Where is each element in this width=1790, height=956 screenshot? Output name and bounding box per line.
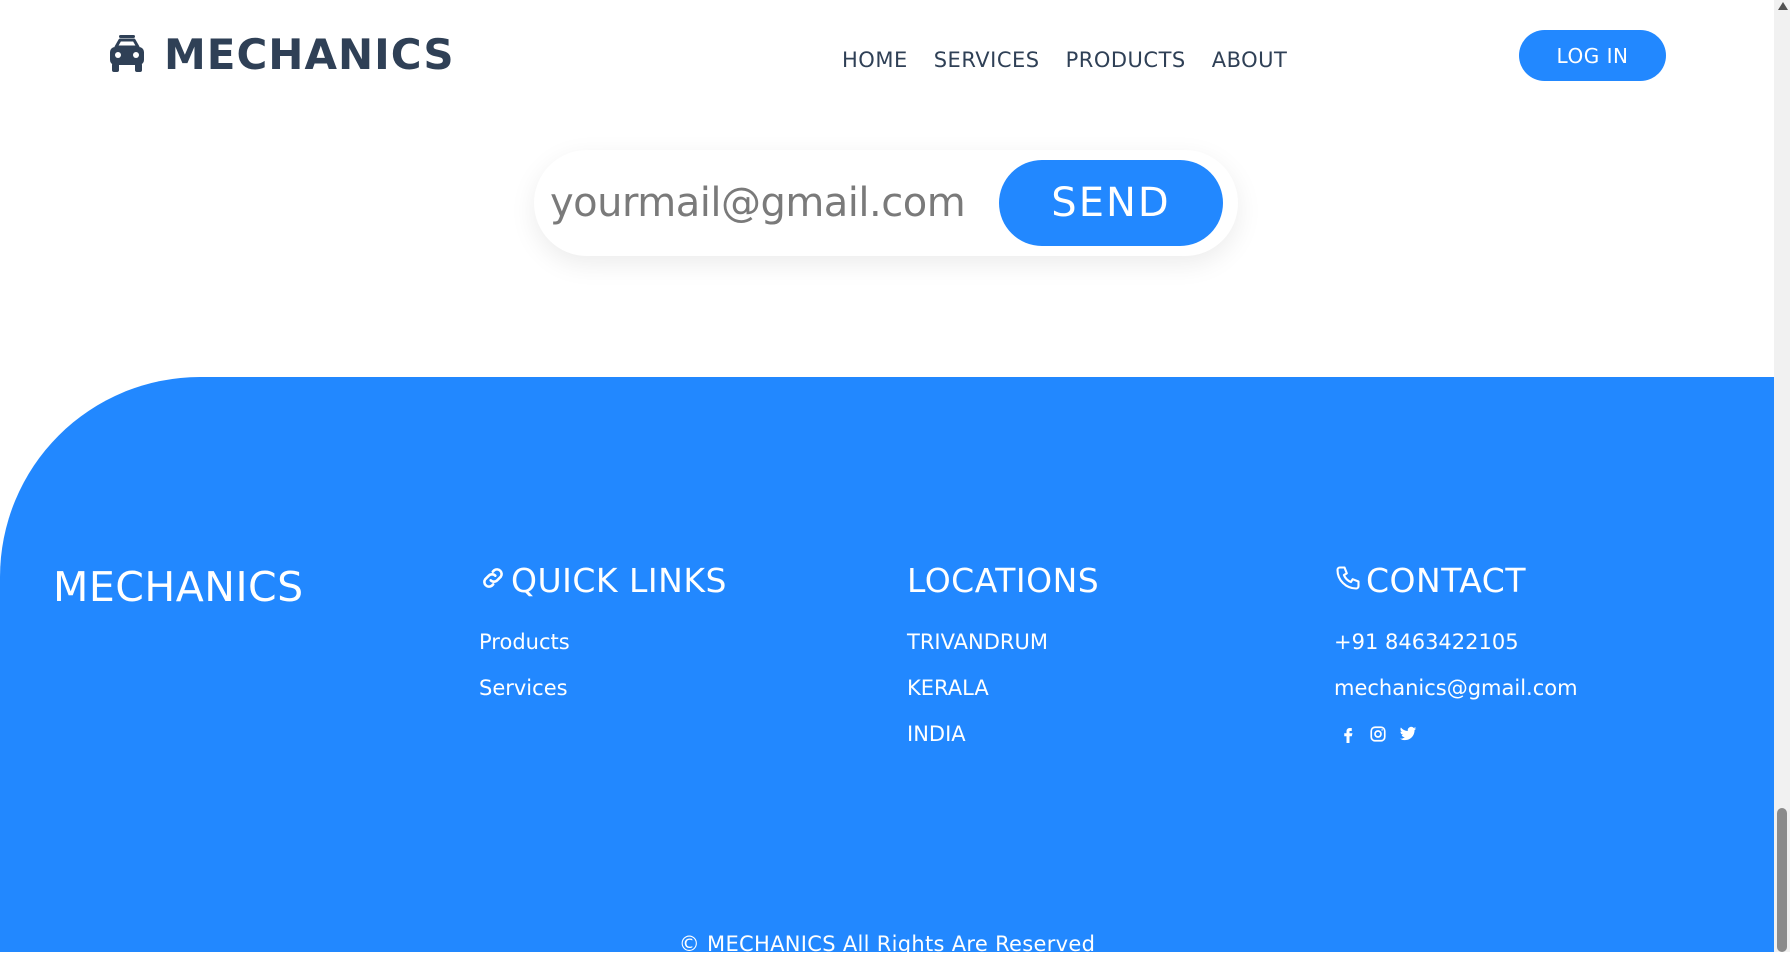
contact-heading: CONTACT xyxy=(1334,561,1578,600)
location-item: INDIA xyxy=(907,722,966,746)
login-button[interactable]: LOG IN xyxy=(1519,30,1666,81)
brand[interactable]: MECHANICS xyxy=(108,30,455,79)
footer-brand: MECHANICS xyxy=(53,563,304,611)
send-button[interactable]: SEND xyxy=(999,160,1223,246)
social-links xyxy=(1334,724,1578,744)
quick-links-heading: QUICK LINKS xyxy=(479,561,727,600)
contact-column: CONTACT +91 8463422105 mechanics@gmail.c… xyxy=(1334,561,1578,744)
phone-icon xyxy=(1334,561,1362,600)
contact-email[interactable]: mechanics@gmail.com xyxy=(1334,676,1578,722)
scrollbar[interactable] xyxy=(1774,0,1790,952)
site-footer: MECHANICS QUICK LINKS Products Services … xyxy=(0,377,1774,956)
scroll-up-arrow-icon[interactable] xyxy=(1778,2,1788,10)
nav-about[interactable]: ABOUT xyxy=(1212,48,1288,72)
footer-link-services[interactable]: Services xyxy=(479,676,727,722)
instagram-icon[interactable] xyxy=(1368,724,1388,744)
location-item: KERALA xyxy=(907,676,989,700)
facebook-icon[interactable] xyxy=(1338,724,1358,744)
nav-products[interactable]: PRODUCTS xyxy=(1066,48,1186,72)
copyright: © MECHANICS All Rights Are Reserved xyxy=(678,932,1096,956)
email-input[interactable] xyxy=(548,172,982,234)
quick-links-title: QUICK LINKS xyxy=(511,561,727,600)
footer-link-products[interactable]: Products xyxy=(479,630,727,676)
link-icon xyxy=(479,561,507,600)
quick-links-column: QUICK LINKS Products Services xyxy=(479,561,727,722)
main-nav: HOME SERVICES PRODUCTS ABOUT xyxy=(842,48,1287,72)
nav-home[interactable]: HOME xyxy=(842,48,908,72)
site-header: MECHANICS HOME SERVICES PRODUCTS ABOUT L… xyxy=(0,0,1774,120)
locations-column: LOCATIONS TRIVANDRUM KERALA INDIA xyxy=(907,561,1099,768)
location-item: TRIVANDRUM xyxy=(907,630,1048,654)
brand-name: MECHANICS xyxy=(164,30,455,79)
newsletter-form: SEND xyxy=(534,150,1238,256)
locations-heading: LOCATIONS xyxy=(907,561,1099,600)
contact-title: CONTACT xyxy=(1366,561,1526,600)
locations-title: LOCATIONS xyxy=(907,561,1100,600)
contact-phone[interactable]: +91 8463422105 xyxy=(1334,630,1578,676)
car-icon xyxy=(108,34,146,75)
scrollbar-thumb[interactable] xyxy=(1777,808,1787,952)
twitter-icon[interactable] xyxy=(1398,724,1418,744)
nav-services[interactable]: SERVICES xyxy=(934,48,1040,72)
